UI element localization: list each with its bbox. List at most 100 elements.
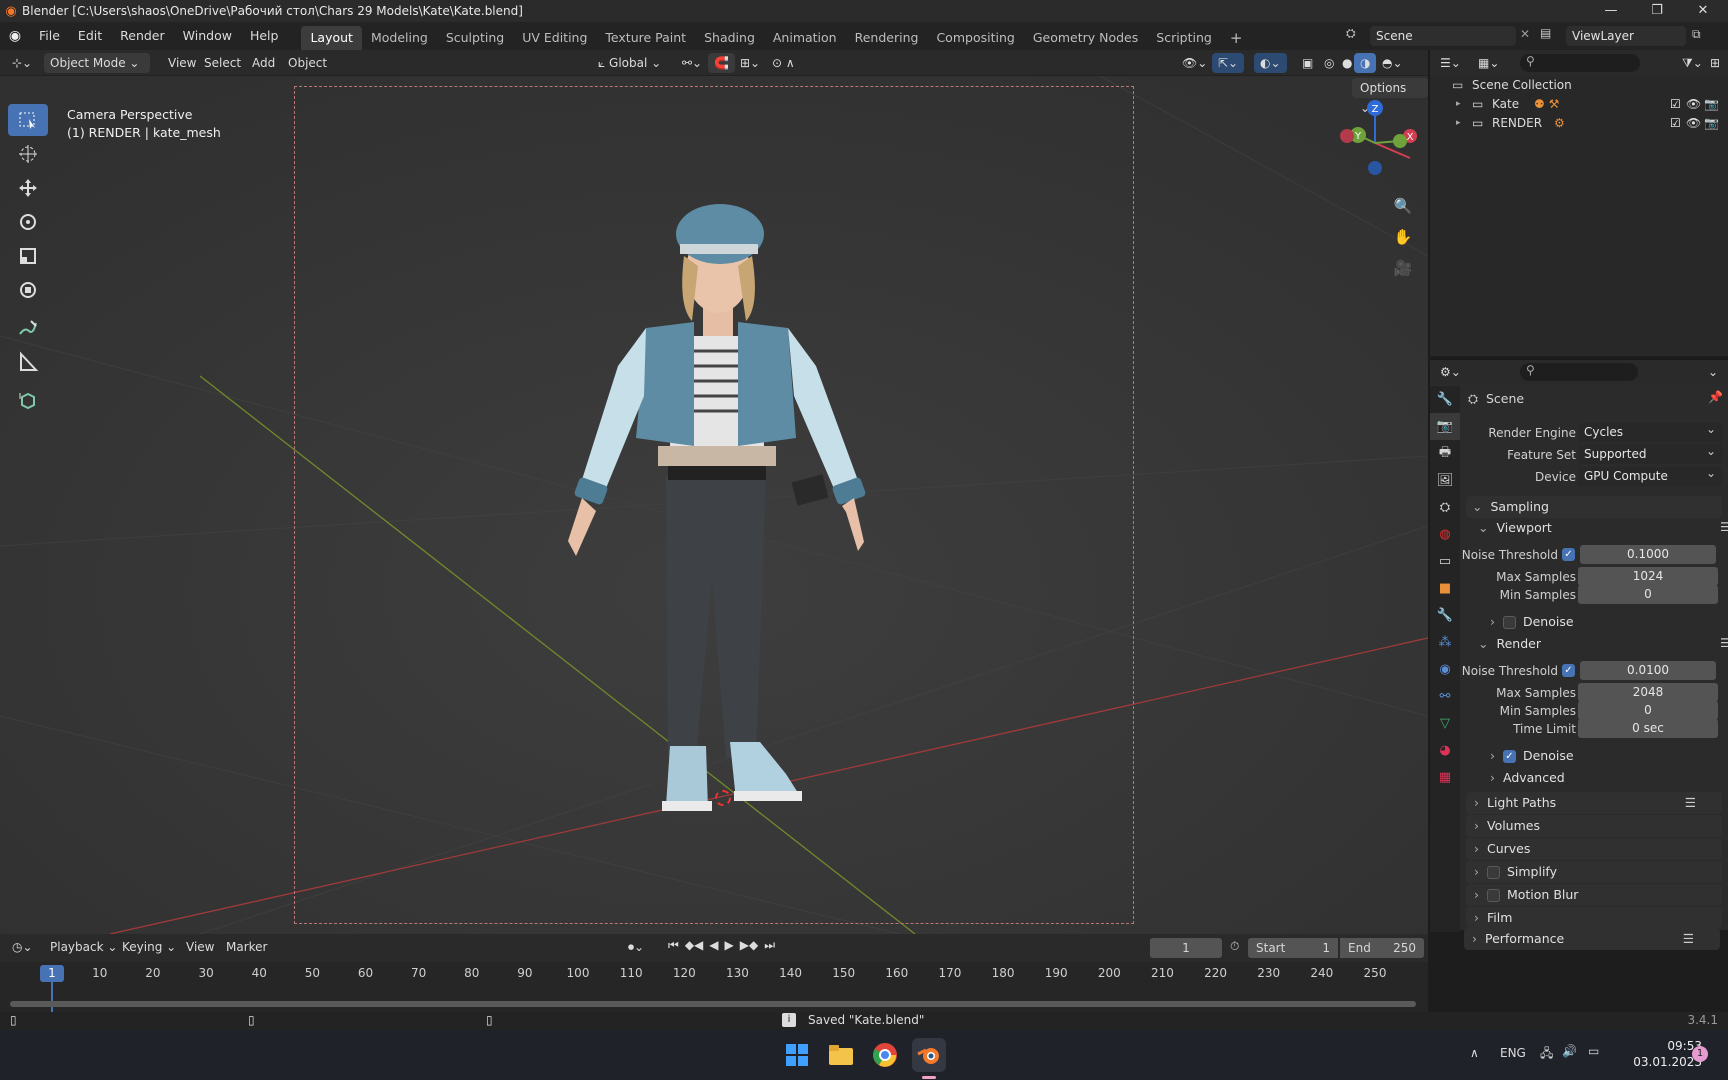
copy-view-layer-icon[interactable]: ⧉	[1692, 27, 1701, 42]
jump-start-icon[interactable]: ⏮	[668, 938, 679, 953]
performance-panel-header[interactable]: › Performance ☰	[1464, 928, 1720, 950]
end-frame-field[interactable]: End 250	[1340, 938, 1424, 958]
scene-icon[interactable]: ⛭	[1346, 26, 1356, 41]
volumes-panel-header[interactable]: › Volumes	[1466, 815, 1722, 837]
menu-object[interactable]: Object	[282, 53, 333, 73]
jump-end-icon[interactable]: ⏭	[764, 938, 775, 953]
annotate-tool[interactable]	[8, 312, 48, 344]
outliner-item-kate[interactable]: ▸ ▭ Kate ⚉ ⚒ ☑ 👁 📷	[1430, 95, 1728, 114]
language-indicator[interactable]: ENG	[1500, 1046, 1526, 1060]
battery-icon[interactable]: ▭	[1588, 1044, 1599, 1058]
tab-shading[interactable]: Shading	[695, 26, 764, 50]
viewport-denoise-checkbox[interactable]	[1502, 616, 1516, 629]
exclude-checkbox[interactable]: ☑	[1670, 114, 1681, 133]
physics-tab-icon[interactable]: ◉	[1430, 656, 1460, 683]
visibility-eye-icon[interactable]: 👁	[1686, 114, 1701, 133]
viewport-noise-threshold-field[interactable]: 0.1000	[1580, 545, 1716, 564]
timeline-editor-icon[interactable]: ◷⌄	[6, 937, 39, 957]
menu-add[interactable]: Add	[246, 53, 281, 73]
scale-tool[interactable]	[8, 240, 48, 272]
properties-search-input[interactable]: ⚲	[1520, 363, 1638, 381]
tab-layout[interactable]: Layout	[301, 26, 362, 50]
next-keyframe-icon[interactable]: ▶◆	[740, 938, 758, 953]
render-camera-icon[interactable]: 📷	[1704, 95, 1719, 114]
windows-start-icon[interactable]	[780, 1038, 814, 1072]
noise-threshold-checkbox[interactable]: ✓	[1562, 548, 1575, 561]
menu-edit[interactable]: Edit	[69, 22, 111, 50]
device-dropdown[interactable]: GPU Compute	[1578, 464, 1722, 486]
tab-rendering[interactable]: Rendering	[846, 26, 928, 50]
presets-list-icon[interactable]: ☰	[1685, 792, 1696, 814]
outliner-editor-icon[interactable]: ☰⌄	[1434, 53, 1467, 73]
restore-button[interactable]: ❐	[1634, 0, 1680, 22]
current-frame-field[interactable]: 1	[1150, 938, 1222, 958]
visibility-eye-icon[interactable]: 👁	[1686, 95, 1701, 114]
properties-options-icon[interactable]: ⌄	[1702, 362, 1724, 382]
constraints-tab-icon[interactable]: ⚯	[1430, 683, 1460, 710]
show-hidden-icons-icon[interactable]: ∧	[1470, 1046, 1479, 1060]
tab-compositing[interactable]: Compositing	[927, 26, 1023, 50]
render-denoise-header[interactable]: › ✓ Denoise	[1490, 746, 1574, 766]
add-cube-tool[interactable]	[8, 384, 48, 416]
film-panel-header[interactable]: › Film	[1466, 907, 1722, 928]
overlay-toggle-icon[interactable]: ◐⌄	[1254, 53, 1287, 73]
particles-tab-icon[interactable]: ⁂	[1430, 629, 1460, 656]
menu-select[interactable]: Select	[198, 53, 247, 73]
presets-list-icon[interactable]: ☰	[1720, 636, 1728, 650]
render-denoise-checkbox[interactable]: ✓	[1502, 750, 1516, 763]
transform-orientation[interactable]: ⟀ Global ⌄	[592, 53, 667, 73]
notification-badge[interactable]: 1	[1692, 1046, 1708, 1062]
render-subpanel-header[interactable]: ⌄ Render	[1478, 634, 1541, 654]
simplify-panel-header[interactable]: › Simplify	[1466, 861, 1722, 883]
move-tool[interactable]	[8, 172, 48, 204]
new-collection-icon[interactable]: ⊞	[1704, 53, 1726, 73]
navigation-gizmo[interactable]: Z Y X	[1330, 98, 1420, 188]
character-model[interactable]	[498, 146, 928, 856]
blender-taskbar-icon[interactable]	[912, 1038, 946, 1072]
tool-tab-icon[interactable]: 🔧	[1430, 386, 1460, 413]
tab-geometry-nodes[interactable]: Geometry Nodes	[1024, 26, 1147, 50]
pivot-icon[interactable]: ⚯⌄	[676, 53, 708, 73]
material-tab-icon[interactable]: ◕	[1430, 737, 1460, 764]
object-tab-icon[interactable]: ■	[1430, 575, 1460, 602]
add-workspace-icon[interactable]: +	[1221, 26, 1252, 50]
view-layer-tab-icon[interactable]: 🖼	[1430, 467, 1460, 494]
advanced-subpanel-header[interactable]: › Advanced	[1490, 768, 1565, 788]
timeline[interactable]: 10 20 30 40 50 60 70 80 90 100 110 120 130 140 150 160 1…	[0, 962, 1428, 1012]
presets-list-icon[interactable]: ☰	[1720, 520, 1728, 534]
material-shading-icon[interactable]: ◑	[1354, 53, 1377, 73]
3d-viewport[interactable]: Camera Perspective (1) RENDER | kate_mes…	[0, 76, 1428, 934]
menu-playback[interactable]: Playback ⌄	[44, 937, 123, 957]
presets-list-icon[interactable]: ☰	[1683, 928, 1694, 950]
rotate-tool[interactable]	[8, 206, 48, 238]
data-tab-icon[interactable]: ▽	[1430, 710, 1460, 737]
timeline-scrollbar[interactable]	[10, 1001, 1416, 1007]
gizmo-toggle-icon[interactable]: ⇱⌄	[1212, 53, 1245, 73]
mode-selector[interactable]: Object Mode ⌄	[44, 53, 150, 73]
proportional-edit-icon[interactable]: ⊙ ∧	[766, 53, 801, 73]
view-layer-icon[interactable]: ▤	[1540, 26, 1551, 40]
menu-render[interactable]: Render	[111, 22, 174, 50]
properties-editor-icon[interactable]: ⚙⌄	[1434, 362, 1467, 382]
simplify-checkbox[interactable]	[1486, 866, 1500, 879]
collection-tab-icon[interactable]: ▭	[1430, 548, 1460, 575]
close-scene-icon[interactable]: ✕	[1520, 27, 1530, 41]
snap-icon[interactable]: 🧲	[708, 53, 735, 73]
pan-hand-icon[interactable]: ✋	[1391, 225, 1415, 249]
motion-blur-checkbox[interactable]	[1486, 889, 1500, 902]
menu-keying[interactable]: Keying ⌄	[116, 937, 182, 957]
sampling-panel-header[interactable]: ⌄ Sampling	[1466, 496, 1722, 518]
render-tab-icon[interactable]: 📷	[1430, 413, 1460, 440]
menu-timeline-view[interactable]: View	[180, 937, 220, 957]
menu-file[interactable]: File	[30, 22, 69, 50]
zoom-icon[interactable]: 🔍	[1391, 194, 1415, 218]
tab-animation[interactable]: Animation	[764, 26, 846, 50]
clock[interactable]: 09:53 03.01.2023	[1620, 1038, 1702, 1070]
scene-tab-icon[interactable]: ⛭	[1430, 494, 1460, 521]
motion-blur-panel-header[interactable]: › Motion Blur	[1466, 884, 1722, 906]
menu-window[interactable]: Window	[174, 22, 241, 50]
viewport-denoise-header[interactable]: › Denoise	[1490, 612, 1574, 632]
minimize-button[interactable]: —	[1588, 0, 1634, 22]
measure-tool[interactable]	[8, 346, 48, 378]
output-tab-icon[interactable]: 🖶	[1430, 440, 1460, 467]
